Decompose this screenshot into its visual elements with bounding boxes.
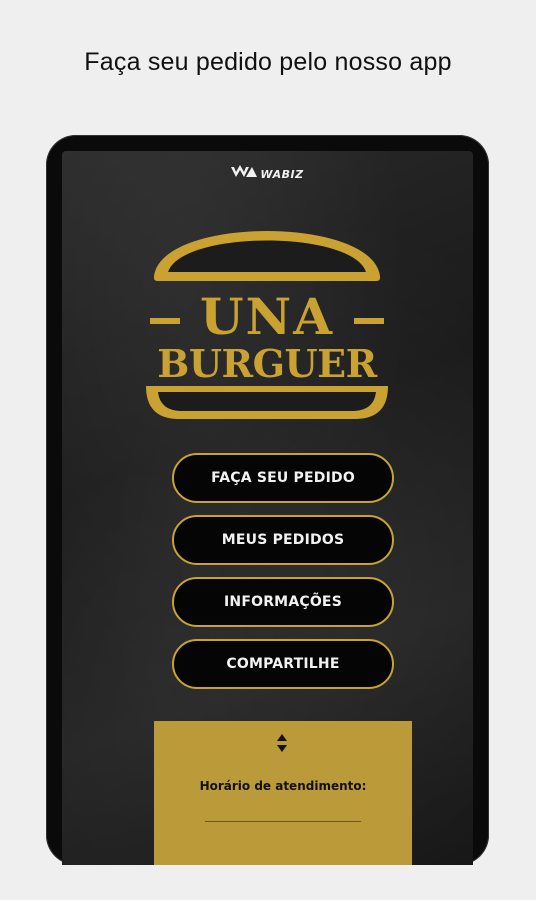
opening-hours-label: Horário de atendimento: [199, 779, 367, 793]
hours-divider [205, 821, 361, 822]
una-burguer-logo: UNA BURGUER [142, 206, 392, 426]
share-button[interactable]: COMPARTILHE [172, 639, 394, 689]
brand-name: WABIZ [260, 168, 304, 181]
information-button[interactable]: INFORMAÇÕES [172, 577, 394, 627]
sort-arrows-icon[interactable] [275, 733, 289, 753]
order-button[interactable]: FAÇA SEU PEDIDO [172, 453, 394, 503]
logo-line-burguer: BURGUER [157, 341, 377, 386]
app-screen: WABIZ UNA BURGUER FAÇA SEU PEDIDO MEUS P… [62, 151, 473, 865]
info-panel: Horário de atendimento: [154, 721, 412, 865]
tablet-frame: WABIZ UNA BURGUER FAÇA SEU PEDIDO MEUS P… [46, 135, 489, 865]
brand-bar: WABIZ [62, 165, 473, 184]
headline: Faça seu pedido pelo nosso app [84, 48, 452, 76]
main-menu: FAÇA SEU PEDIDO MEUS PEDIDOS INFORMAÇÕES… [172, 453, 394, 701]
store-screenshot: Faça seu pedido pelo nosso app WABIZ UNA… [0, 0, 536, 900]
my-orders-button[interactable]: MEUS PEDIDOS [172, 515, 394, 565]
wabiz-logo-icon [231, 165, 258, 184]
logo-line-una: UNA [199, 287, 335, 346]
